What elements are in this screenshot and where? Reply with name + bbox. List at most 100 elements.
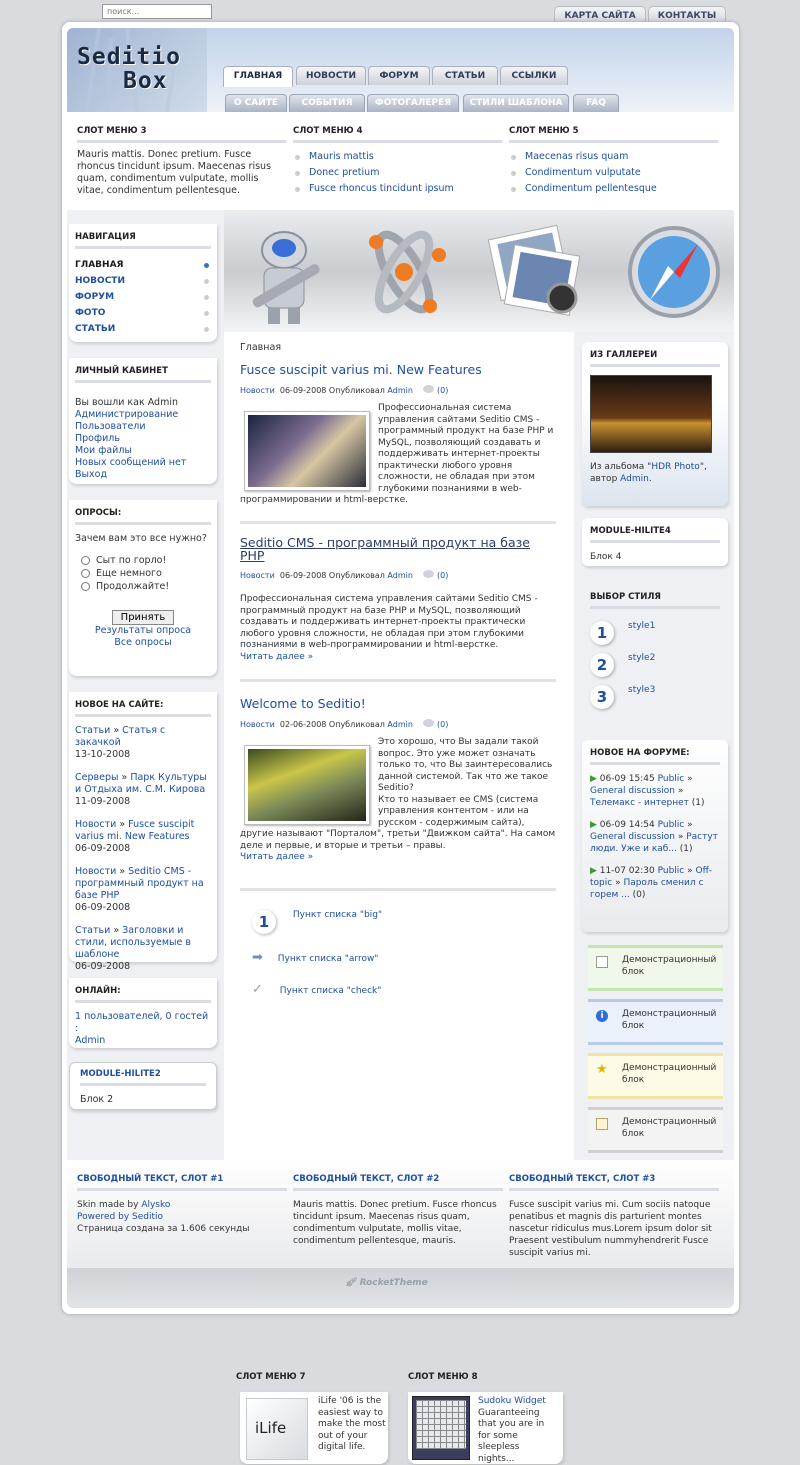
article-meta: Новости 06-09-2008 Опубликовал Admin (0) <box>240 570 449 580</box>
article-title[interactable]: Fusce suscipit varius mi. New Features <box>240 362 556 377</box>
slot8-title: СЛОТ МЕНЮ 8 <box>408 1372 563 1389</box>
logo-line1: Seditio <box>77 44 181 70</box>
subtab-events[interactable]: СОБЫТИЯ <box>289 94 365 112</box>
article: Fusce suscipit varius mi. New Features Н… <box>240 362 556 522</box>
rockettheme-logo[interactable]: 🚀︎ RocketTheme <box>345 1278 428 1288</box>
slot-menu-3: СЛОТ МЕНЮ 3 Mauris mattis. Donec pretium… <box>77 126 286 197</box>
gen-time: Страница создана за 1.606 секунды <box>77 1224 250 1234</box>
automator-robot-icon <box>252 231 320 324</box>
slot5-link[interactable]: Condimentum vulputate <box>509 165 718 181</box>
poll-results-link[interactable]: Результаты опроса <box>75 625 211 637</box>
style-option[interactable]: 2 style2 <box>590 653 720 677</box>
safari-compass-icon <box>628 226 720 318</box>
online-count[interactable]: 1 пользователей, 0 гостей : <box>75 1011 211 1035</box>
ilife-box-image: iLife <box>246 1398 308 1460</box>
link-files[interactable]: Мои файлы <box>75 445 211 457</box>
tab-forum[interactable]: ФОРУМ <box>368 66 430 85</box>
slot4-link[interactable]: Mauris mattis <box>293 149 502 165</box>
online-user[interactable]: Admin <box>75 1035 211 1047</box>
link-users[interactable]: Пользователи <box>75 421 211 433</box>
info-icon: i <box>596 1010 608 1022</box>
radio-icon[interactable] <box>81 582 90 591</box>
slot8-text: Guaranteeing that you are in for some sl… <box>478 1407 545 1464</box>
subtab-about[interactable]: О САЙТЕ <box>225 94 287 112</box>
poll-all-link[interactable]: Все опросы <box>75 637 211 649</box>
article-text: Профессиональная система управления сайт… <box>240 594 538 650</box>
read-more-link[interactable]: Читать далее » <box>240 652 556 664</box>
poll-option[interactable]: Еще немного <box>81 568 211 579</box>
link-admin[interactable]: Администрирование <box>75 409 211 421</box>
newsite-title: НОВОЕ НА САЙТЕ: <box>75 700 211 717</box>
hilite2-title: MODULE-HILITE2 <box>80 1069 206 1086</box>
slot-menu-8: СЛОТ МЕНЮ 8 Sudoku Widget Guaranteeing th… <box>408 1372 563 1464</box>
footer-slot-1: СВОБОДНЫЙ ТЕКСТ, СЛОТ #1 Skin made by Al… <box>77 1174 287 1235</box>
tab-main[interactable]: ГЛАВНАЯ <box>223 66 293 87</box>
slot4-link[interactable]: Fusce rhoncus tincidunt ipsum <box>293 181 502 197</box>
link-profile[interactable]: Профиль <box>75 433 211 445</box>
navigation-box: НАВИГАЦИЯ ГЛАВНАЯ НОВОСТИ ФОРУМ ФОТО СТА… <box>69 224 217 342</box>
cabinet-box: ЛИЧНЫЙ КАБИНЕТ Вы вошли как Admin Админи… <box>69 358 217 484</box>
subtab-gallery[interactable]: ФОТОГАЛЕРЕЯ <box>367 94 459 112</box>
powered-link[interactable]: Powered by Seditio <box>77 1211 287 1223</box>
logo-line2: Box <box>123 68 168 94</box>
poll-option[interactable]: Сыт по горло! <box>81 555 211 566</box>
poll-title: ОПРОСЫ: <box>75 508 211 525</box>
article-title[interactable]: Welcome to Seditio! <box>240 696 556 711</box>
slot5-link[interactable]: Maecenas risus quam <box>509 149 718 165</box>
footer1-title: СВОБОДНЫЙ ТЕКСТ, СЛОТ #1 <box>77 1174 287 1191</box>
slot-menu-4: СЛОТ МЕНЮ 4 Mauris mattis Donec pretium … <box>293 126 502 197</box>
slot3-title: СЛОТ МЕНЮ 3 <box>77 126 286 143</box>
poll-submit-button[interactable]: Принять <box>111 610 175 625</box>
gallery-box: ИЗ ГАЛЛЕРЕИ Из альбома "HDR Photo", авто… <box>582 342 728 506</box>
subtab-faq[interactable]: FAQ <box>573 94 619 112</box>
new-post-icon: ▶ <box>590 774 597 784</box>
styles-title: ВЫБОР СТИЛЯ <box>590 592 720 609</box>
sudoku-link[interactable]: Sudoku Widget <box>478 1396 546 1406</box>
style-option[interactable]: 1 style1 <box>590 621 720 645</box>
slot5-title: СЛОТ МЕНЮ 5 <box>509 126 718 143</box>
style-option[interactable]: 3 style3 <box>590 685 720 709</box>
list-item-big: 1 Пункт списка "big" <box>252 910 382 934</box>
subtab-styles[interactable]: СТИЛИ ШАБЛОНА <box>463 94 569 112</box>
nav-item-articles[interactable]: СТАТЬИ <box>75 321 211 337</box>
link-logout[interactable]: Выход <box>75 469 211 481</box>
tab-links[interactable]: ССЫЛКИ <box>500 66 568 85</box>
comment-icon <box>423 570 435 578</box>
nav-item-news[interactable]: НОВОСТИ <box>75 273 211 289</box>
poll-option[interactable]: Продолжайте! <box>81 581 211 592</box>
radio-icon[interactable] <box>81 569 90 578</box>
list-item: Новости » Fusce suscipit varius mi. New … <box>75 819 195 854</box>
bottom-bar: 🚀︎ RocketTheme <box>67 1268 734 1308</box>
read-more-link[interactable]: Читать далее » <box>240 852 556 864</box>
slot4-link[interactable]: Donec pretium <box>293 165 502 181</box>
left-sidebar: НАВИГАЦИЯ ГЛАВНАЯ НОВОСТИ ФОРУМ ФОТО СТА… <box>67 210 224 1160</box>
search-input[interactable] <box>102 4 212 19</box>
nav-item-photo[interactable]: ФОТО <box>75 305 211 321</box>
document-icon <box>596 956 608 968</box>
tab-articles[interactable]: СТАТЬИ <box>432 66 498 85</box>
article-thumbnail[interactable] <box>244 745 370 825</box>
ilife-label: iLife <box>255 1419 287 1437</box>
photo-viewer-icon <box>487 224 581 316</box>
list-item: Статьи » Статья с закачкой 13-10-2008 <box>75 725 166 760</box>
article-thumbnail[interactable] <box>244 411 370 491</box>
main-content: Главная Fusce suscipit varius mi. New Fe… <box>224 332 574 1464</box>
radio-icon[interactable] <box>81 556 90 565</box>
new-post-icon: ▶ <box>590 866 597 876</box>
slot7-title: СЛОТ МЕНЮ 7 <box>236 1372 391 1389</box>
slot5-link[interactable]: Condimentum pellentesque <box>509 181 718 197</box>
site-logo[interactable]: Seditio Box <box>67 28 207 112</box>
hilite4-box: MODULE-HILITE4 Блок 4 <box>582 518 728 566</box>
gallery-caption: Из альбома "HDR Photo", автор Admin. <box>590 462 707 484</box>
article-separator <box>240 888 556 891</box>
link-messages[interactable]: Новых сообщений нет <box>75 457 211 469</box>
skin-author-link[interactable]: Alysko <box>141 1200 170 1210</box>
nav-item-forum[interactable]: ФОРУМ <box>75 289 211 305</box>
tab-news[interactable]: НОВОСТИ <box>296 66 366 85</box>
star-icon: ★ <box>596 1062 608 1077</box>
nav-item-main[interactable]: ГЛАВНАЯ <box>75 257 211 273</box>
footer-slot-3: СВОБОДНЫЙ ТЕКСТ, СЛОТ #3 Fusce suscipit … <box>509 1174 719 1259</box>
gallery-image[interactable] <box>590 375 712 453</box>
big-number-icon: 1 <box>252 910 276 934</box>
article-title[interactable]: Seditio CMS - программный продукт на баз… <box>240 536 556 562</box>
